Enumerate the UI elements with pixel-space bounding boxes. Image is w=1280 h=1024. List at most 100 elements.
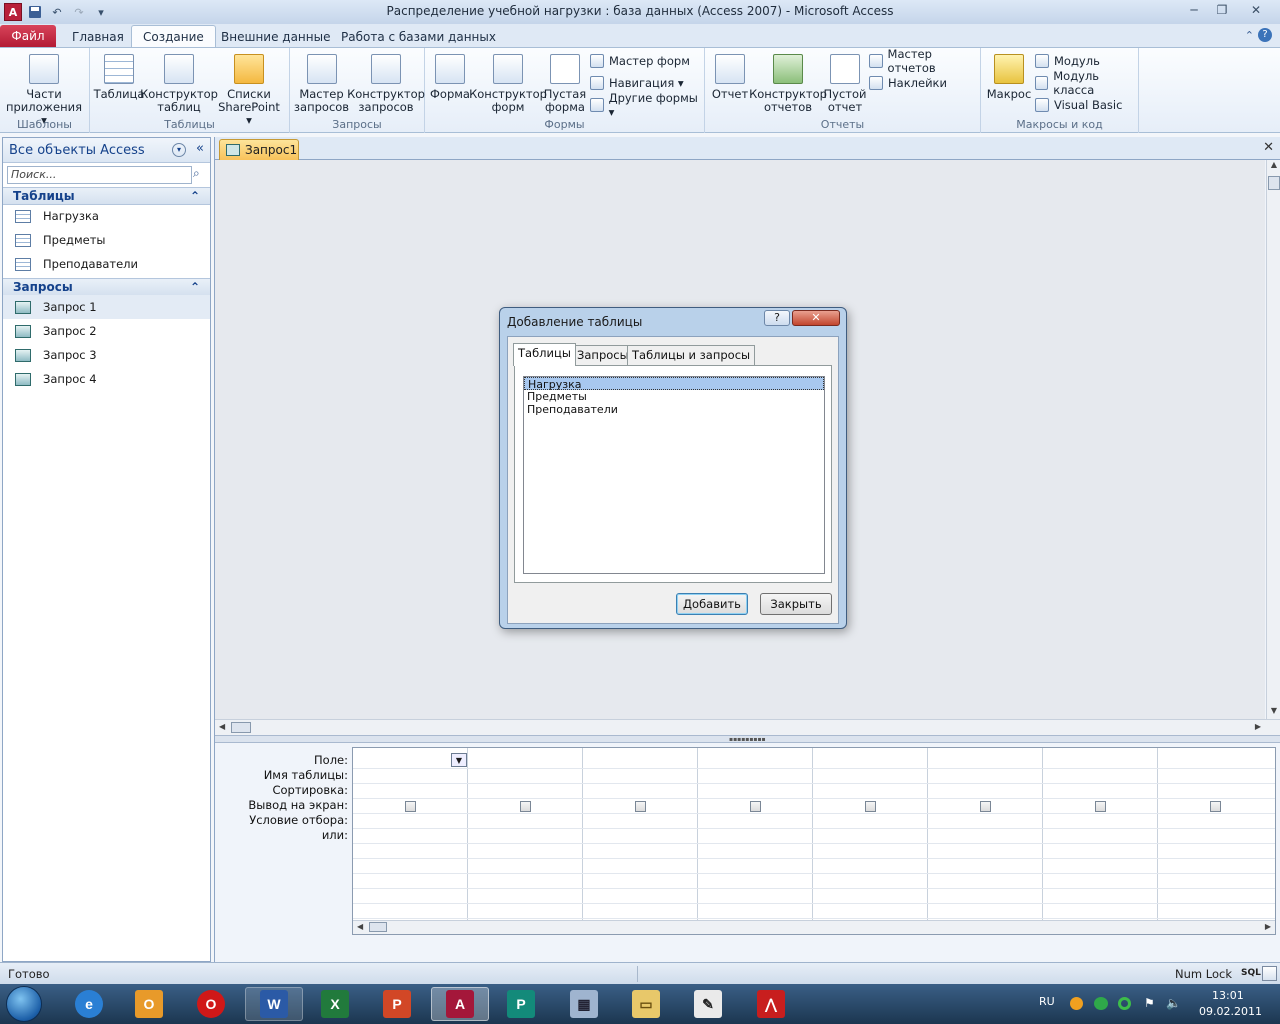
list-item[interactable]: Нагрузка	[524, 377, 824, 391]
nav-item-query-4[interactable]: Запрос 4	[3, 367, 210, 391]
blank-report-button[interactable]: Пустой отчет	[823, 54, 867, 114]
collapse-section-icon[interactable]: ⌃	[190, 188, 200, 204]
dialog-tab-queries[interactable]: Запросы	[572, 345, 634, 365]
dialog-tab-tables[interactable]: Таблицы	[513, 343, 576, 366]
table-designer-button[interactable]: Конструктор таблиц	[140, 54, 218, 114]
show-checkbox[interactable]	[635, 801, 646, 812]
nav-item-query-3[interactable]: Запрос 3	[3, 343, 210, 367]
tab-create[interactable]: Создание	[131, 25, 216, 48]
scroll-right-arrow-icon[interactable]: ▶	[1255, 722, 1261, 731]
sql-view-button[interactable]: SQL	[1241, 968, 1261, 978]
nav-item-table-prepodavateli[interactable]: Преподаватели	[3, 252, 210, 276]
show-checkbox[interactable]	[1210, 801, 1221, 812]
language-indicator[interactable]: RU	[1039, 995, 1055, 1008]
show-checkbox[interactable]	[520, 801, 531, 812]
taskbar-excel[interactable]: X	[306, 987, 364, 1021]
add-button[interactable]: Добавить	[676, 593, 748, 615]
blank-form-button[interactable]: Пустая форма	[543, 54, 587, 114]
close-window-button[interactable]: ✕	[1236, 0, 1276, 20]
query-wizard-button[interactable]: Мастер запросов	[294, 54, 349, 114]
show-checkbox[interactable]	[750, 801, 761, 812]
design-view-icon[interactable]	[1262, 966, 1277, 981]
nav-section-tables[interactable]: Таблицы ⌃	[3, 187, 210, 205]
show-checkbox[interactable]	[405, 801, 416, 812]
show-checkbox[interactable]	[865, 801, 876, 812]
tray-update-icon[interactable]	[1070, 997, 1083, 1010]
taskbar-publisher[interactable]: P	[492, 987, 550, 1021]
taskbar-calculator[interactable]: ▦	[555, 987, 613, 1021]
tab-external-data[interactable]: Внешние данные	[213, 25, 338, 48]
grid-horizontal-scrollbar[interactable]: ◀ ▶	[353, 920, 1275, 934]
ribbon-minimize-icon[interactable]: ⌃	[1245, 29, 1254, 42]
taskbar-app[interactable]: ✎	[679, 987, 737, 1021]
navigation-button[interactable]: Навигация ▾	[590, 73, 684, 93]
query-designer-button[interactable]: Конструктор запросов	[347, 54, 425, 114]
scroll-down-arrow-icon[interactable]: ▼	[1267, 706, 1280, 720]
tray-green-icon[interactable]	[1118, 997, 1131, 1010]
clock-date[interactable]: 09.02.2011	[1199, 1005, 1262, 1018]
scroll-left-arrow-icon[interactable]: ◀	[357, 922, 363, 931]
dialog-help-button[interactable]: ?	[764, 310, 790, 326]
restore-button[interactable]: ❐	[1208, 0, 1236, 20]
tray-eye-icon[interactable]	[1094, 997, 1108, 1010]
taskbar-acrobat[interactable]: ⋀	[742, 987, 800, 1021]
pane-splitter[interactable]: ▪▪▪▪▪▪▪▪▪	[215, 735, 1280, 743]
taskbar-explorer[interactable]: ▭	[617, 987, 675, 1021]
nav-item-table-predmety[interactable]: Предметы	[3, 228, 210, 252]
scroll-right-arrow-icon[interactable]: ▶	[1265, 922, 1271, 931]
taskbar-outlook[interactable]: O	[120, 987, 178, 1021]
app-parts-button[interactable]: Части приложения ▾	[4, 54, 84, 127]
minimize-button[interactable]: ─	[1180, 0, 1208, 20]
dialog-close-button[interactable]: ✕	[792, 310, 840, 326]
collapse-section-icon[interactable]: ⌃	[190, 279, 200, 295]
tray-flag-icon[interactable]: ⚑	[1144, 996, 1155, 1010]
nav-item-query-2[interactable]: Запрос 2	[3, 319, 210, 343]
dialog-tab-both[interactable]: Таблицы и запросы	[627, 345, 756, 365]
scroll-left-arrow-icon[interactable]: ◀	[219, 722, 225, 731]
table-button[interactable]: Таблица	[94, 54, 144, 101]
list-item[interactable]: Предметы	[524, 390, 824, 403]
scroll-thumb[interactable]	[369, 922, 387, 932]
labels-button[interactable]: Наклейки	[869, 73, 947, 93]
taskbar-access[interactable]: A	[431, 987, 489, 1021]
form-wizard-button[interactable]: Мастер форм	[590, 51, 690, 71]
visual-basic-button[interactable]: Visual Basic	[1035, 95, 1122, 115]
vertical-scrollbar[interactable]: ▲ ▼	[1266, 160, 1280, 720]
taskbar-word[interactable]: W	[245, 987, 303, 1021]
start-button[interactable]	[6, 986, 42, 1022]
clock-time[interactable]: 13:01	[1212, 989, 1244, 1002]
show-checkbox[interactable]	[1095, 801, 1106, 812]
taskbar-powerpoint[interactable]: P	[368, 987, 426, 1021]
help-icon[interactable]: ?	[1258, 28, 1272, 42]
nav-collapse-icon[interactable]: «	[196, 141, 204, 156]
scroll-up-arrow-icon[interactable]: ▲	[1267, 160, 1280, 174]
module-button[interactable]: Модуль	[1035, 51, 1100, 71]
other-forms-button[interactable]: Другие формы ▾	[590, 91, 704, 119]
show-checkbox[interactable]	[980, 801, 991, 812]
nav-pane-header[interactable]: Все объекты Access ▾ «	[3, 138, 210, 163]
nav-item-query-1[interactable]: Запрос 1	[3, 295, 210, 319]
report-wizard-button[interactable]: Мастер отчетов	[869, 47, 980, 75]
tray-volume-icon[interactable]: 🔈	[1166, 996, 1181, 1010]
horizontal-scrollbar[interactable]: ◀ ▶	[215, 719, 1280, 735]
document-tab-query1[interactable]: Запрос1	[219, 139, 299, 160]
class-module-button[interactable]: Модуль класса	[1035, 69, 1138, 97]
nav-section-queries[interactable]: Запросы ⌃	[3, 278, 210, 296]
scroll-thumb[interactable]	[1268, 176, 1280, 190]
taskbar-opera[interactable]: O	[182, 987, 240, 1021]
design-grid[interactable]: ▼ ◀ ▶	[352, 747, 1276, 935]
nav-menu-chevron-icon[interactable]: ▾	[172, 143, 186, 157]
field-dropdown-icon[interactable]: ▼	[451, 753, 467, 767]
sharepoint-lists-button[interactable]: Списки SharePoint ▾	[214, 54, 284, 127]
table-listbox[interactable]: Нагрузка Предметы Преподаватели	[523, 376, 825, 574]
report-button[interactable]: Отчет	[711, 54, 749, 101]
taskbar-ie[interactable]: e	[60, 987, 118, 1021]
scroll-thumb[interactable]	[231, 722, 251, 733]
nav-search-input[interactable]: Поиск...	[7, 166, 192, 184]
tab-database-tools[interactable]: Работа с базами данных	[333, 25, 504, 48]
form-designer-button[interactable]: Конструктор форм	[469, 54, 547, 114]
close-button[interactable]: Закрыть	[760, 593, 832, 615]
search-icon[interactable]: ⌕	[193, 166, 200, 181]
form-button[interactable]: Форма	[430, 54, 470, 101]
list-item[interactable]: Преподаватели	[524, 403, 824, 416]
